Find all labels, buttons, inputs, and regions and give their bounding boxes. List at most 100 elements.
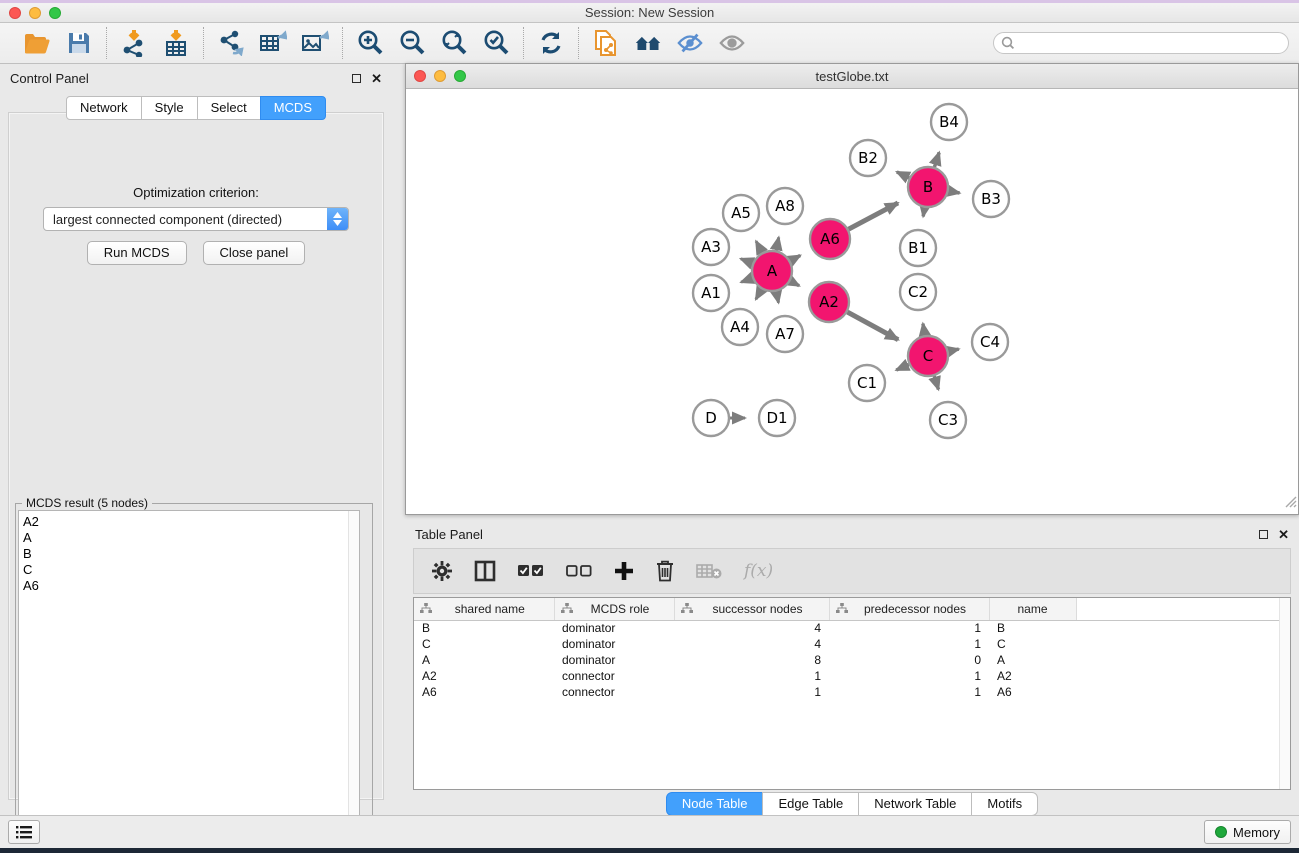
column-header-successor-nodes[interactable]: successor nodes <box>674 598 829 620</box>
node-A4[interactable]: A4 <box>722 309 758 345</box>
node-C4[interactable]: C4 <box>972 324 1008 360</box>
edge-A-A8[interactable] <box>776 237 779 250</box>
edge-A2-C[interactable] <box>847 312 898 340</box>
table-row[interactable]: Bdominator41B <box>414 620 1290 636</box>
refresh-icon[interactable] <box>537 29 565 57</box>
tab-mcds[interactable]: MCDS <box>260 96 326 120</box>
cell[interactable]: C <box>414 636 554 652</box>
result-item[interactable]: A <box>23 530 359 546</box>
close-panel-icon[interactable]: ✕ <box>371 74 382 83</box>
tab-network[interactable]: Network <box>66 96 142 120</box>
node-B1[interactable]: B1 <box>900 230 936 266</box>
float-table-panel-icon[interactable] <box>1259 530 1268 539</box>
cell[interactable]: 4 <box>674 636 829 652</box>
deselect-all-rows-icon[interactable] <box>566 556 592 586</box>
node-C[interactable]: C <box>908 336 948 376</box>
edge-A-A4[interactable] <box>756 289 762 299</box>
edge-C-C2[interactable] <box>923 324 925 336</box>
home-layout-icon[interactable] <box>634 29 662 57</box>
cell[interactable]: A6 <box>989 684 1076 700</box>
cell[interactable]: 0 <box>829 652 989 668</box>
edge-B-B3[interactable] <box>949 191 960 193</box>
tab-style[interactable]: Style <box>141 96 198 120</box>
edge-B-B1[interactable] <box>923 208 924 217</box>
result-item[interactable]: A6 <box>23 578 359 594</box>
node-A3[interactable]: A3 <box>693 229 729 265</box>
cell[interactable]: dominator <box>554 636 674 652</box>
column-header-name[interactable]: name <box>989 598 1076 620</box>
export-table-icon[interactable] <box>259 29 287 57</box>
table-scrollbar[interactable] <box>1279 598 1290 789</box>
table-tab-node-table[interactable]: Node Table <box>666 792 764 816</box>
result-item[interactable]: B <box>23 546 359 562</box>
show-all-icon[interactable] <box>718 29 746 57</box>
delete-column-icon[interactable] <box>656 556 674 586</box>
table-tab-motifs[interactable]: Motifs <box>971 792 1038 816</box>
cell[interactable]: 1 <box>829 684 989 700</box>
table-row[interactable]: Adominator80A <box>414 652 1290 668</box>
edge-A-A5[interactable] <box>756 241 762 252</box>
node-B4[interactable]: B4 <box>931 104 967 140</box>
node-C2[interactable]: C2 <box>900 274 936 310</box>
result-scrollbar[interactable] <box>348 511 359 843</box>
node-A6[interactable]: A6 <box>810 219 850 259</box>
cell[interactable]: dominator <box>554 652 674 668</box>
edge-A-A3[interactable] <box>741 259 753 264</box>
save-session-icon[interactable] <box>65 29 93 57</box>
cell[interactable]: B <box>989 620 1076 636</box>
cell[interactable]: A <box>989 652 1076 668</box>
edge-A-A6[interactable] <box>790 255 800 260</box>
cell[interactable]: 8 <box>674 652 829 668</box>
node-B[interactable]: B <box>908 167 948 207</box>
cell[interactable]: 1 <box>674 684 829 700</box>
edge-A6-B[interactable] <box>849 203 898 229</box>
cell[interactable]: 1 <box>829 636 989 652</box>
memory-button[interactable]: Memory <box>1204 820 1291 844</box>
edge-A-A1[interactable] <box>741 278 752 282</box>
zoom-out-icon[interactable] <box>398 29 426 57</box>
cell[interactable]: connector <box>554 668 674 684</box>
cell[interactable]: A <box>414 652 554 668</box>
edge-C-C4[interactable] <box>948 349 958 351</box>
export-network-icon[interactable] <box>217 29 245 57</box>
node-A[interactable]: A <box>752 251 792 291</box>
edge-C-C1[interactable] <box>896 364 909 370</box>
node-table[interactable]: shared nameMCDS rolesuccessor nodesprede… <box>413 597 1291 790</box>
import-network-icon[interactable] <box>120 29 148 57</box>
run-mcds-button[interactable]: Run MCDS <box>87 241 187 265</box>
node-B2[interactable]: B2 <box>850 140 886 176</box>
table-tab-network-table[interactable]: Network Table <box>858 792 972 816</box>
network-canvas[interactable]: B4B2BB3A8A5A6A3B1AC2A1A2A4A7C4CC1DD1C3 <box>406 89 1298 514</box>
settings-gear-icon[interactable] <box>432 556 452 586</box>
table-row[interactable]: A2connector11A2 <box>414 668 1290 684</box>
node-A1[interactable]: A1 <box>693 275 729 311</box>
table-row[interactable]: Cdominator41C <box>414 636 1290 652</box>
criterion-dropdown[interactable]: largest connected component (directed) <box>43 207 349 231</box>
import-table-icon[interactable] <box>162 29 190 57</box>
edge-A-A7[interactable] <box>776 292 778 303</box>
node-A5[interactable]: A5 <box>723 195 759 231</box>
node-D[interactable]: D <box>693 400 729 436</box>
zoom-selected-icon[interactable] <box>482 29 510 57</box>
tab-select[interactable]: Select <box>197 96 261 120</box>
node-D1[interactable]: D1 <box>759 400 795 436</box>
cell[interactable]: 1 <box>829 620 989 636</box>
column-header-MCDS-role[interactable]: MCDS role <box>554 598 674 620</box>
column-header-shared-name[interactable]: shared name <box>414 598 554 620</box>
cell[interactable]: 1 <box>829 668 989 684</box>
cell[interactable]: A6 <box>414 684 554 700</box>
select-all-rows-icon[interactable] <box>518 556 544 586</box>
node-C3[interactable]: C3 <box>930 402 966 438</box>
search-input[interactable] <box>993 32 1289 54</box>
column-insert-icon[interactable] <box>474 556 496 586</box>
close-panel-button[interactable]: Close panel <box>203 241 306 265</box>
mcds-result-list[interactable]: A2ABCA6 <box>18 510 360 844</box>
node-A7[interactable]: A7 <box>767 316 803 352</box>
export-image-icon[interactable] <box>301 29 329 57</box>
edge-B-B4[interactable] <box>934 152 939 167</box>
cell[interactable]: 4 <box>674 620 829 636</box>
cell[interactable]: A2 <box>414 668 554 684</box>
new-session-from-network-icon[interactable] <box>592 29 620 57</box>
edge-B-B2[interactable] <box>897 172 909 178</box>
edge-A-A2[interactable] <box>790 281 799 286</box>
